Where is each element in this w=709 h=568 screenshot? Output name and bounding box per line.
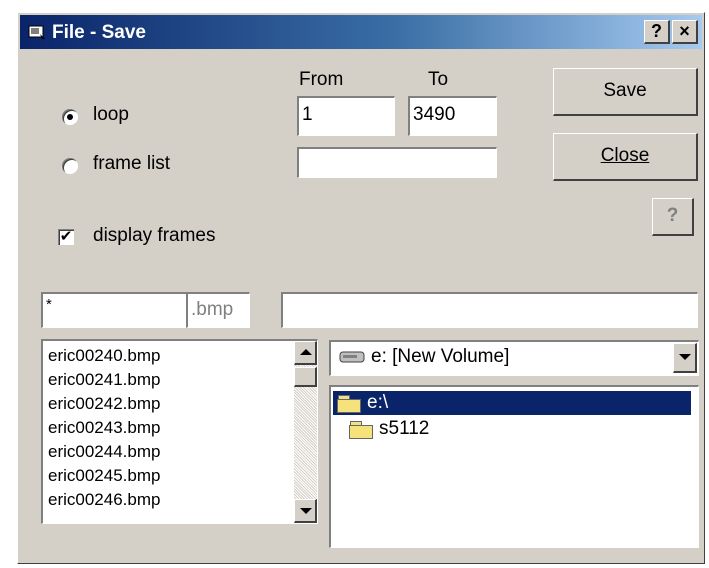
- from-label: From: [299, 69, 344, 90]
- frame-list-label: frame list: [93, 153, 171, 174]
- to-label: To: [428, 69, 449, 90]
- frame-list-radio[interactable]: [62, 158, 78, 174]
- help-title-button[interactable]: ?: [644, 20, 670, 44]
- display-frames-label: display frames: [93, 225, 216, 246]
- file-list-item[interactable]: eric00240.bmp: [43, 344, 317, 368]
- up-arrow-icon: [300, 349, 312, 355]
- from-input[interactable]: 1: [297, 96, 395, 136]
- loop-label: loop: [93, 104, 129, 125]
- drive-dropdown-button[interactable]: [673, 343, 697, 373]
- display-frames-checkbox[interactable]: ✔: [58, 229, 74, 245]
- file-list-item[interactable]: eric00244.bmp: [43, 440, 317, 464]
- window-title: File - Save: [52, 22, 146, 43]
- to-input[interactable]: 3490: [408, 96, 497, 136]
- help-button[interactable]: ?: [652, 198, 694, 236]
- check-mark-icon: ✔: [59, 228, 73, 245]
- file-list-scrollbar[interactable]: [294, 341, 317, 523]
- frame-list-input[interactable]: [297, 147, 497, 178]
- directory-label: s5112: [379, 418, 430, 439]
- directory-item[interactable]: e:\: [332, 390, 692, 416]
- filename-pattern-input[interactable]: *: [41, 292, 187, 328]
- file-list[interactable]: eric00240.bmp eric00241.bmp eric00242.bmp e…: [41, 339, 318, 524]
- drive-label: e: [New Volume]: [371, 346, 510, 367]
- file-list-item[interactable]: eric00243.bmp: [43, 416, 317, 440]
- drive-select[interactable]: e: [New Volume]: [329, 340, 699, 376]
- folder-icon: [349, 421, 373, 439]
- chevron-down-icon: [679, 354, 691, 360]
- close-title-button[interactable]: ×: [672, 20, 698, 44]
- scroll-up-button[interactable]: [294, 341, 317, 365]
- help-icon: ?: [666, 205, 679, 226]
- file-list-item[interactable]: eric00242.bmp: [43, 392, 317, 416]
- loop-radio[interactable]: [62, 109, 78, 125]
- drive-icon: [339, 351, 365, 363]
- title-bar[interactable]: File - Save ? ×: [20, 15, 702, 49]
- file-list-item[interactable]: eric00241.bmp: [43, 368, 317, 392]
- extension-field: .bmp: [186, 292, 250, 328]
- radio-selected-dot: [67, 114, 73, 120]
- directory-list[interactable]: e:\ s5112: [329, 385, 699, 548]
- app-icon: [28, 25, 45, 39]
- scroll-thumb[interactable]: [294, 367, 317, 387]
- save-button[interactable]: Save: [553, 68, 698, 116]
- scroll-down-button[interactable]: [294, 499, 317, 523]
- open-folder-icon: [337, 395, 361, 413]
- down-arrow-icon: [300, 508, 312, 514]
- file-list-item[interactable]: eric00245.bmp: [43, 464, 317, 488]
- file-save-dialog: File - Save ? × From To loop 1 3490 fram…: [17, 12, 705, 564]
- file-list-item[interactable]: eric00246.bmp: [43, 488, 317, 512]
- path-input[interactable]: [281, 292, 698, 328]
- close-button[interactable]: Close: [553, 133, 698, 181]
- directory-label: e:\: [367, 392, 389, 413]
